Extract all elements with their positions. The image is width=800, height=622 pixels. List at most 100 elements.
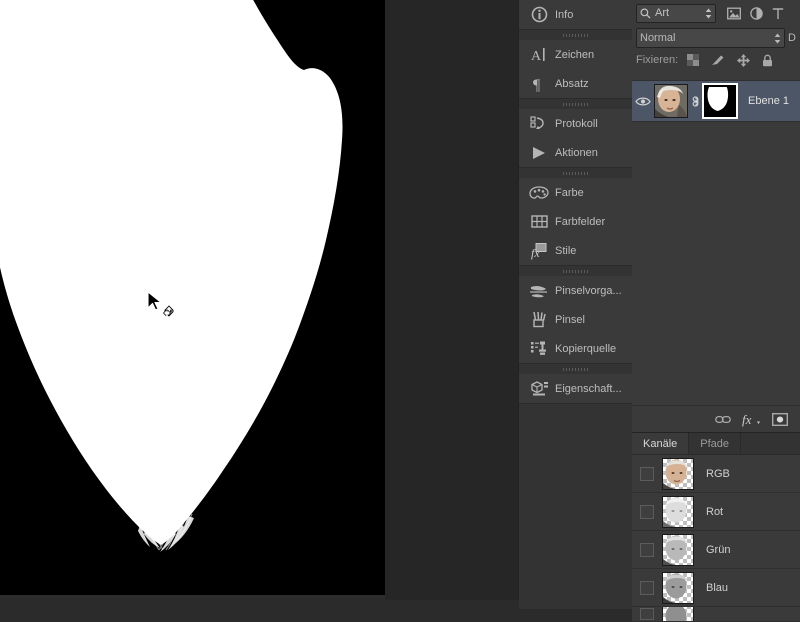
updown-arrows-icon[interactable] bbox=[705, 8, 712, 19]
filter-pixel-icon[interactable] bbox=[727, 7, 741, 20]
canvas-bottom-edge bbox=[0, 595, 385, 600]
channel-visibility-checkbox[interactable] bbox=[640, 504, 654, 519]
channel-thumbnail-blau[interactable] bbox=[662, 571, 694, 604]
dock-label-pinselvorgaben: Pinselvorga... bbox=[555, 284, 622, 297]
dock-grip-color[interactable] bbox=[519, 168, 633, 178]
channel-visibility-checkbox[interactable] bbox=[640, 542, 654, 557]
lock-image-icon[interactable] bbox=[711, 54, 725, 66]
clone-source-icon bbox=[527, 338, 551, 360]
document-background bbox=[385, 0, 518, 600]
dock-item-farbfelder[interactable]: Farbfelder bbox=[519, 207, 633, 236]
channel-visibility-checkbox[interactable] bbox=[640, 608, 654, 620]
dock-grip-type[interactable] bbox=[519, 30, 633, 40]
lock-transparency-icon[interactable] bbox=[687, 54, 700, 66]
eye-icon[interactable] bbox=[632, 96, 654, 107]
dock-group-history: Protokoll Aktionen bbox=[519, 99, 633, 168]
dock-label-kopierquelle: Kopierquelle bbox=[555, 342, 617, 355]
right-panel-column: Art Normal D Fixieren: Ebene 1 fx Kanäle… bbox=[632, 0, 800, 622]
dock-label-stile: Stile bbox=[555, 244, 577, 257]
dock-label-info: Info bbox=[555, 8, 574, 21]
blend-mode-stepper-icon[interactable] bbox=[774, 33, 781, 44]
layer-kind-value: Art bbox=[655, 7, 670, 19]
dock-label-pinsel: Pinsel bbox=[555, 313, 585, 326]
layer-kind-filter[interactable]: Art bbox=[636, 3, 716, 23]
layer-type-filters bbox=[727, 6, 784, 20]
list-item[interactable]: RGB bbox=[632, 455, 800, 493]
dock-item-pinselvorgaben[interactable]: Pinselvorga... bbox=[519, 276, 633, 305]
dock-group-color: Farbe Farbfelder fx Stile bbox=[519, 168, 633, 266]
swatches-icon bbox=[527, 211, 551, 233]
tab-kanaele-label: Kanäle bbox=[643, 437, 678, 450]
layers-panel: Art Normal D Fixieren: Ebene 1 fx bbox=[632, 0, 800, 432]
layer-mask-silhouette bbox=[0, 0, 385, 595]
dock-item-eigenschaften[interactable]: Eigenschaft... bbox=[519, 374, 633, 403]
portrait-thumbnail[interactable] bbox=[654, 84, 688, 118]
character-icon: A bbox=[527, 44, 551, 66]
add-mask-icon[interactable] bbox=[771, 412, 789, 426]
dock-item-stile[interactable]: fx Stile bbox=[519, 236, 633, 265]
channel-visibility-checkbox[interactable] bbox=[640, 466, 654, 481]
link-layers-icon[interactable] bbox=[715, 414, 731, 425]
channels-list: RGB Rot Grün Blau bbox=[632, 455, 800, 622]
list-item[interactable]: Grün bbox=[632, 531, 800, 569]
dock-item-zeichen[interactable]: A Zeichen bbox=[519, 40, 633, 69]
dock-grip-history[interactable] bbox=[519, 99, 633, 109]
blend-mode-row: Normal D bbox=[632, 26, 800, 50]
dock-item-pinsel[interactable]: Pinsel bbox=[519, 305, 633, 334]
dock-label-absatz: Absatz bbox=[555, 77, 589, 90]
channel-thumbnail-gruen[interactable] bbox=[662, 533, 694, 566]
layers-list: Ebene 1 bbox=[632, 80, 800, 406]
channel-thumbnail-rot[interactable] bbox=[662, 495, 694, 528]
dock-group-brush: Pinselvorga... Pinsel Kopierquelle bbox=[519, 266, 633, 364]
fx-icon[interactable]: fx bbox=[742, 412, 761, 427]
layer-mask-thumbnail[interactable] bbox=[702, 83, 738, 119]
channel-thumbnail-rgb[interactable] bbox=[662, 457, 694, 490]
properties-icon bbox=[527, 378, 551, 400]
tab-pfade[interactable]: Pfade bbox=[689, 433, 742, 454]
tab-kanaele[interactable]: Kanäle bbox=[632, 433, 690, 454]
dock-label-zeichen: Zeichen bbox=[555, 48, 595, 61]
opacity-label: D bbox=[788, 32, 796, 44]
tab-bar-filler bbox=[741, 433, 800, 454]
channel-name: Grün bbox=[706, 543, 731, 556]
styles-fx-icon: fx bbox=[527, 240, 551, 262]
list-item[interactable]: Rot bbox=[632, 493, 800, 531]
list-item[interactable] bbox=[632, 607, 800, 622]
filter-adjustment-icon[interactable] bbox=[750, 6, 763, 20]
svg-text:fx: fx bbox=[742, 412, 752, 427]
filter-type-icon[interactable] bbox=[772, 7, 784, 20]
lock-icons bbox=[687, 53, 773, 67]
dock-empty-space bbox=[519, 404, 633, 609]
image-canvas[interactable] bbox=[0, 0, 385, 595]
svg-text:¶: ¶ bbox=[533, 77, 541, 94]
blend-mode-select[interactable]: Normal bbox=[636, 28, 786, 48]
svg-text:fx: fx bbox=[531, 246, 540, 260]
link-mask-icon[interactable] bbox=[688, 95, 702, 108]
dock-item-farbe[interactable]: Farbe bbox=[519, 178, 633, 207]
dock-label-aktionen: Aktionen bbox=[555, 146, 598, 159]
layers-panel-footer: fx bbox=[632, 405, 800, 432]
list-item[interactable]: Blau bbox=[632, 569, 800, 607]
dock-item-aktionen[interactable]: Aktionen bbox=[519, 138, 633, 167]
channel-visibility-checkbox[interactable] bbox=[640, 580, 654, 595]
search-icon bbox=[640, 8, 651, 19]
dock-item-info[interactable]: Info bbox=[519, 0, 633, 29]
dock-grip-brush[interactable] bbox=[519, 266, 633, 276]
layer-name: Ebene 1 bbox=[748, 95, 789, 107]
dock-item-kopierquelle[interactable]: Kopierquelle bbox=[519, 334, 633, 363]
channel-thumbnail-extra[interactable] bbox=[662, 607, 694, 621]
channel-name: RGB bbox=[706, 467, 730, 480]
channel-name: Rot bbox=[706, 505, 724, 518]
document-area bbox=[0, 0, 518, 600]
lock-row: Fixieren: bbox=[632, 50, 800, 70]
history-icon bbox=[527, 113, 551, 135]
collapsed-panel-dock: Info A Zeichen ¶ Absatz Protokoll Aktion… bbox=[518, 0, 634, 609]
lock-position-icon[interactable] bbox=[737, 53, 751, 67]
dock-item-absatz[interactable]: ¶ Absatz bbox=[519, 69, 633, 98]
table-row[interactable]: Ebene 1 bbox=[632, 80, 800, 122]
dock-grip-properties[interactable] bbox=[519, 364, 633, 374]
dock-item-protokoll[interactable]: Protokoll bbox=[519, 109, 633, 138]
dock-group-type: A Zeichen ¶ Absatz bbox=[519, 30, 633, 99]
channels-panel: Kanäle Pfade RGB Rot Grün Blau bbox=[632, 432, 800, 622]
lock-all-icon[interactable] bbox=[762, 54, 773, 67]
